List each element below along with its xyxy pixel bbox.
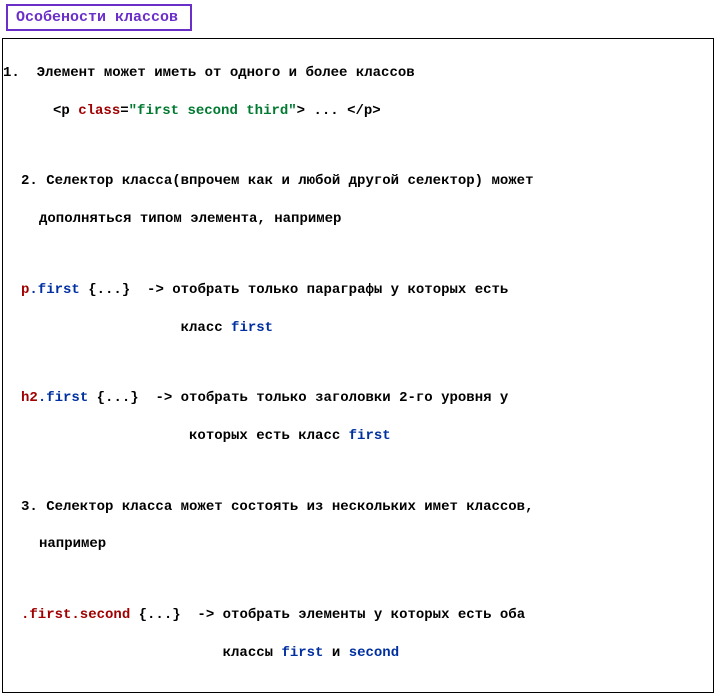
- selector-braces: {...} ->: [80, 282, 172, 298]
- selector-class: .first: [29, 282, 79, 298]
- item-2-line-b: дополняться типом элемента, например: [3, 210, 707, 229]
- blank-row: [3, 573, 707, 587]
- blank-row: [3, 248, 707, 262]
- code-attr-eq: =: [120, 103, 128, 119]
- selector-braces: {...} ->: [88, 390, 180, 406]
- selector-class: .first: [38, 390, 88, 406]
- section-title-text: Особености классов: [16, 9, 178, 26]
- class-first-word: first: [231, 320, 273, 336]
- selector-tag: h2: [21, 390, 38, 406]
- selector-p-first: p.first {...} -> отобрать только парагра…: [3, 281, 707, 300]
- code-tag-close: > ... </p>: [297, 103, 381, 119]
- class-first-word: first: [281, 645, 323, 661]
- selector-first-second-cont: классы first и second: [3, 644, 707, 663]
- blank-row: [3, 465, 707, 479]
- code-attr-name: class: [78, 103, 120, 119]
- item-3-line-b: например: [3, 535, 707, 554]
- code-example-1: <p class="first second third"> ... </p>: [3, 102, 707, 121]
- code-tag-open: <p: [53, 103, 78, 119]
- content-panel: 1. Элемент может иметь от одного и более…: [2, 38, 714, 693]
- blank-row: [3, 139, 707, 153]
- selector-braces: {...} ->: [130, 607, 222, 623]
- selector-h2-first-cont: которых есть класс first: [3, 427, 707, 446]
- item-1-line: 1. Элемент может иметь от одного и более…: [3, 64, 707, 83]
- class-second-word: second: [349, 645, 399, 661]
- selector-desc-cont: классы: [21, 645, 281, 661]
- selector-desc: отобрать только заголовки 2-го уровня у: [181, 390, 509, 406]
- selector-p-first-cont: класс first: [3, 319, 707, 338]
- item-2-line-a: 2. Селектор класса(впрочем как и любой д…: [3, 172, 707, 191]
- section-title: Особености классов: [6, 4, 192, 31]
- selector-desc-cont: класс: [21, 320, 231, 336]
- selector-first-second: .first.second {...} -> отобрать элементы…: [3, 606, 707, 625]
- selector-desc: отобрать только параграфы у которых есть: [172, 282, 508, 298]
- code-attr-value: "first second third": [129, 103, 297, 119]
- selector-h2-first: h2.first {...} -> отобрать только заголо…: [3, 389, 707, 408]
- and-word: и: [323, 645, 348, 661]
- item-3-line-a: 3. Селектор класса может состоять из нес…: [3, 498, 707, 517]
- selector-desc-cont: которых есть класс: [21, 428, 349, 444]
- blank-row: [3, 356, 707, 370]
- class-first-word: first: [349, 428, 391, 444]
- selector-desc: отобрать элементы у которых есть оба: [223, 607, 525, 623]
- selector-combined: .first.second: [21, 607, 130, 623]
